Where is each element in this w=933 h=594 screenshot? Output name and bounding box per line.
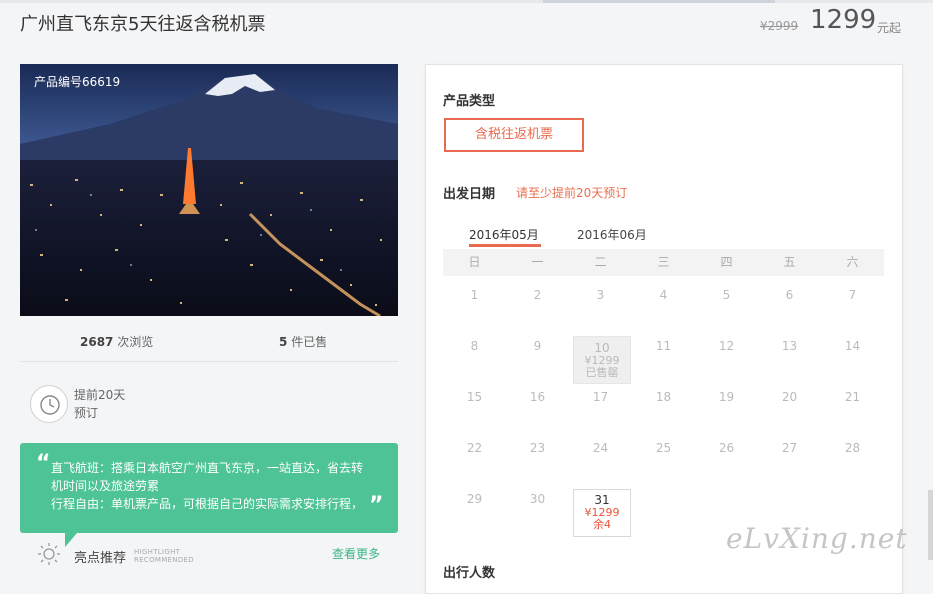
calendar-day: 6 bbox=[785, 288, 794, 302]
calendar-day: 20 bbox=[781, 390, 798, 404]
views-count: 2687 bbox=[80, 335, 114, 349]
available-day-number: 31 bbox=[594, 493, 610, 507]
weekday: 四 bbox=[720, 255, 733, 269]
calendar-day: 25 bbox=[655, 441, 672, 455]
calendar-day: 15 bbox=[466, 390, 483, 404]
sold-day-status: 已售罄 bbox=[585, 366, 619, 379]
weekday: 一 bbox=[531, 255, 544, 269]
calendar-day: 30 bbox=[529, 492, 546, 506]
calendar-day: 22 bbox=[466, 441, 483, 455]
product-stats: 2687 次浏览 5 件已售 bbox=[20, 330, 398, 352]
calendar-day: 14 bbox=[844, 339, 861, 353]
calendar-day: 29 bbox=[466, 492, 483, 506]
weekday: 二 bbox=[594, 255, 607, 269]
calendar-day-available[interactable]: 31 ¥1299 余4 bbox=[573, 489, 631, 537]
calendar-day: 2 bbox=[533, 288, 542, 302]
see-more-link[interactable]: 查看更多 bbox=[332, 545, 380, 562]
active-month-indicator bbox=[469, 244, 541, 247]
product-type-label: 产品类型 bbox=[443, 94, 496, 109]
feature-free-itinerary: 行程自由：单机票产品，可根据自己的实际需求安排行程， bbox=[51, 497, 364, 511]
close-quote-icon: ” bbox=[369, 493, 384, 518]
calendar-day: 26 bbox=[718, 441, 735, 455]
calendar-day: 8 bbox=[470, 339, 479, 353]
booking-panel: 产品类型 含税往返机票 出发日期 请至少提前20天预订 2016年05月 201… bbox=[425, 64, 903, 594]
calendar-day: 27 bbox=[781, 441, 798, 455]
calendar-day: 1 bbox=[470, 288, 479, 302]
calendar-day: 18 bbox=[655, 390, 672, 404]
month-tab-may[interactable]: 2016年05月 bbox=[469, 226, 539, 243]
calendar-day: 3 bbox=[596, 288, 605, 302]
sun-icon bbox=[38, 543, 60, 565]
tokyo-night-image bbox=[20, 64, 398, 316]
highlights-en-label: HIGHTLIGHT RECOMMENDED bbox=[134, 548, 194, 564]
advance-booking: 预订 bbox=[74, 406, 99, 420]
calendar-days: 1 2 3 4 5 6 7 8 9 11 12 13 14 15 16 17 1… bbox=[443, 276, 884, 531]
views-stat: 2687 次浏览 bbox=[80, 333, 153, 350]
feature-summary-box: “ 直飞航班：搭乘日本航空广州直飞东京，一站直达，省去转机时间以及旅途劳累 行程… bbox=[20, 443, 398, 533]
calendar: 日 一 二 三 四 五 六 1 2 3 4 5 6 7 8 9 11 12 13… bbox=[443, 249, 884, 537]
weekday-header: 日 一 二 三 四 五 六 bbox=[443, 249, 884, 276]
weekday: 三 bbox=[657, 255, 670, 269]
calendar-day: 5 bbox=[722, 288, 731, 302]
calendar-day: 7 bbox=[848, 288, 857, 302]
calendar-day: 11 bbox=[655, 339, 672, 353]
advance-days: 提前20天 bbox=[74, 388, 126, 402]
calendar-day: 24 bbox=[592, 441, 609, 455]
weekday: 五 bbox=[783, 255, 796, 269]
current-price: 1299 bbox=[810, 5, 877, 35]
sold-count: 5 bbox=[279, 335, 288, 349]
product-code: 产品编号66619 bbox=[34, 75, 121, 89]
product-type-option[interactable]: 含税往返机票 bbox=[444, 118, 584, 152]
feature-direct-flight: 直飞航班：搭乘日本航空广州直飞东京，一站直达，省去转机时间以及旅途劳累 bbox=[51, 461, 364, 493]
original-price: ¥2999 bbox=[760, 19, 799, 33]
calendar-day-sold-out: 10 ¥1299 已售罄 bbox=[573, 336, 631, 384]
highlights-label: 亮点推荐 bbox=[74, 551, 127, 566]
price-unit: 元起 bbox=[877, 21, 902, 35]
calendar-day: 23 bbox=[529, 441, 546, 455]
calendar-day: 21 bbox=[844, 390, 861, 404]
departure-hint: 请至少提前20天预订 bbox=[516, 186, 628, 200]
calendar-day: 12 bbox=[718, 339, 735, 353]
calendar-day: 19 bbox=[718, 390, 735, 404]
calendar-day: 13 bbox=[781, 339, 798, 353]
calendar-day: 4 bbox=[659, 288, 668, 302]
weekday: 六 bbox=[846, 255, 859, 269]
product-photo[interactable]: 产品编号66619 bbox=[20, 64, 398, 316]
top-border-highlight bbox=[543, 0, 775, 3]
calendar-day: 9 bbox=[533, 339, 542, 353]
travelers-label: 出行人数 bbox=[443, 566, 496, 581]
open-quote-icon: “ bbox=[36, 451, 51, 476]
calendar-day: 17 bbox=[592, 390, 609, 404]
available-day-remaining: 余4 bbox=[593, 518, 611, 531]
sold-stat: 5 件已售 bbox=[279, 333, 327, 350]
calendar-day: 16 bbox=[529, 390, 546, 404]
divider bbox=[20, 361, 398, 362]
views-label: 次浏览 bbox=[117, 335, 154, 349]
departure-date-label: 出发日期 bbox=[443, 187, 496, 202]
sold-label: 件已售 bbox=[291, 335, 328, 349]
clock-icon bbox=[30, 385, 68, 423]
page-title: 广州直飞东京5天往返含税机票 bbox=[20, 14, 266, 35]
calendar-day: 28 bbox=[844, 441, 861, 455]
watermark: eLvXing.net bbox=[726, 522, 908, 555]
highlights-header: 亮点推荐 HIGHTLIGHT RECOMMENDED 查看更多 bbox=[36, 540, 386, 568]
weekday: 日 bbox=[468, 255, 481, 269]
scrollbar[interactable] bbox=[928, 490, 933, 560]
month-tab-june[interactable]: 2016年06月 bbox=[577, 226, 647, 243]
top-border bbox=[0, 0, 933, 3]
sold-day-number: 10 bbox=[594, 341, 610, 355]
